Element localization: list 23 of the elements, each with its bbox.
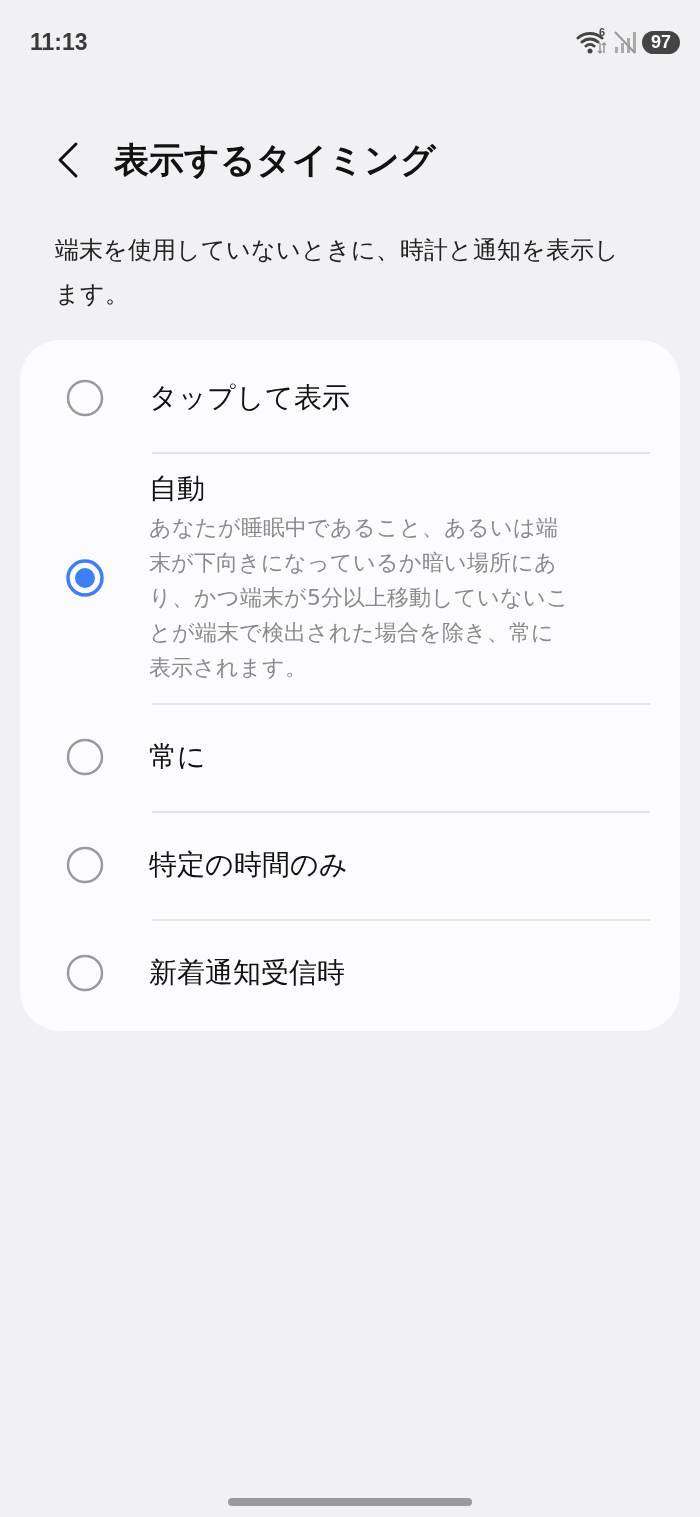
no-signal-icon xyxy=(611,29,638,55)
radio-button[interactable] xyxy=(65,378,105,418)
wifi-icon xyxy=(575,29,608,55)
option-label: 常に xyxy=(149,739,206,775)
option-row[interactable]: 特定の時間のみ xyxy=(20,811,680,919)
radio-button[interactable] xyxy=(65,953,105,993)
page-title: 表示するタイミング xyxy=(114,138,436,182)
description-text: 端末を使用していないときに、時計と通知を表示します。 xyxy=(55,235,620,310)
option-summary: あなたが睡眠中であること、あるいは端末が下向きになっているか暗い場所にあり、かつ端末が5分以上移動していないことが端末で検出された場合を除き、常に表示されます。 xyxy=(149,514,570,682)
option-label: 自動 xyxy=(149,471,206,507)
option-row[interactable]: タップして表示 xyxy=(20,344,680,452)
radio-button[interactable] xyxy=(65,737,105,777)
network-type-label: 6 xyxy=(598,26,606,38)
option-label: 特定の時間のみ xyxy=(149,847,348,883)
option-row[interactable]: 常に xyxy=(20,703,680,811)
radio-button[interactable] xyxy=(65,845,105,885)
option-label: タップして表示 xyxy=(149,380,350,416)
option-label: 新着通知受信時 xyxy=(149,955,345,991)
option-row[interactable]: 新着通知受信時 xyxy=(20,919,680,1027)
status-time: 11:13 xyxy=(30,28,88,56)
option-row[interactable]: 自動 あなたが睡眠中であること、あるいは端末が下向きになっているか暗い場所にあり、かつ端末が5分以上移動していないことが端末で検出された場合を除き、常に表示されます。 xyxy=(20,452,680,703)
radio-button[interactable] xyxy=(65,557,105,598)
battery-level: 97 xyxy=(641,30,680,54)
